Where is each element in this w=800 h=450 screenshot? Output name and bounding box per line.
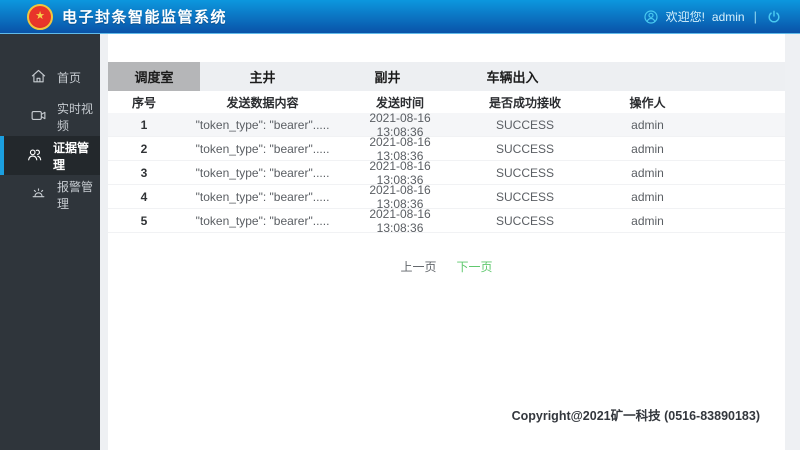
alarm-icon: [30, 185, 47, 205]
tab-main-shaft[interactable]: 主井: [200, 62, 325, 91]
cell-operator: admin: [631, 117, 664, 132]
sidebar-item-live-video[interactable]: 实时视频: [0, 97, 100, 136]
col-header-operator: 操作人: [629, 95, 666, 110]
national-emblem-icon: ★: [27, 3, 53, 30]
sidebar-item-alarm[interactable]: 报警管理: [0, 175, 100, 214]
cell-status: SUCCESS: [496, 213, 555, 228]
col-header-time: 发送时间: [376, 95, 425, 110]
content-panel: 调度室 主井 副井 车辆出入 序号 发送数据内容 发送时间 是否成功接收 操作人…: [108, 34, 785, 450]
cell-content: "token_type": "bearer".....: [195, 213, 330, 228]
table-row: 1 "token_type": "bearer"..... 2021-08-16…: [108, 111, 785, 139]
tab-dispatch-room[interactable]: 调度室: [108, 62, 200, 91]
col-header-status: 是否成功接收: [489, 95, 562, 110]
table-row: 3 "token_type": "bearer"..... 2021-08-16…: [108, 159, 785, 187]
sidebar-item-label: 报警管理: [57, 179, 94, 211]
copyright-text: Copyright@2021矿一科技 (0516-83890183): [511, 409, 760, 423]
sidebar-item-label: 证据管理: [53, 140, 90, 172]
app-title: 电子封条智能监管系统: [62, 9, 228, 26]
cell-status: SUCCESS: [496, 165, 555, 180]
user-avatar-icon: [643, 9, 659, 25]
cell-operator: admin: [631, 189, 664, 204]
cell-content: "token_type": "bearer".....: [195, 141, 330, 156]
welcome-text: 欢迎您!: [665, 10, 705, 24]
table-row: 2 "token_type": "bearer"..... 2021-08-16…: [108, 135, 785, 163]
col-header-no: 序号: [132, 95, 157, 110]
cell-status: SUCCESS: [496, 141, 555, 156]
cell-operator: admin: [631, 165, 664, 180]
logout-power-icon[interactable]: [766, 9, 782, 25]
cell-time: 2021-08-16 13:08:36: [369, 206, 431, 235]
users-icon: [26, 146, 43, 166]
prev-page-button[interactable]: 上一页: [400, 258, 436, 275]
divider: |: [753, 9, 757, 24]
cell-no: 5: [140, 213, 148, 228]
tab-bar: 调度室 主井 副井 车辆出入: [108, 62, 785, 91]
table-row: 5 "token_type": "bearer"..... 2021-08-16…: [108, 206, 785, 235]
cell-operator: admin: [631, 141, 664, 156]
home-icon: [30, 68, 47, 88]
table-row: 4 "token_type": "bearer"..... 2021-08-16…: [108, 183, 785, 211]
cell-no: 1: [140, 117, 148, 132]
tab-vehicle-access[interactable]: 车辆出入: [450, 62, 575, 91]
cell-no: 4: [140, 189, 148, 204]
sidebar-item-label: 首页: [57, 71, 82, 85]
sidebar: 首页 实时视频 证据管理 报警管理: [0, 34, 100, 450]
data-table: 序号 发送数据内容 发送时间 是否成功接收 操作人 1 "token_type"…: [108, 91, 785, 235]
sidebar-item-label: 实时视频: [57, 101, 94, 133]
cell-status: SUCCESS: [496, 189, 555, 204]
cell-content: "token_type": "bearer".....: [195, 189, 330, 204]
cell-no: 3: [140, 165, 148, 180]
next-page-button[interactable]: 下一页: [457, 258, 493, 275]
cell-content: "token_type": "bearer".....: [195, 117, 330, 132]
top-header: ★ 电子封条智能监管系统 欢迎您! admin |: [0, 0, 800, 34]
cell-status: SUCCESS: [496, 117, 555, 132]
video-icon: [30, 107, 47, 127]
cell-no: 2: [140, 141, 148, 156]
col-header-content: 发送数据内容: [226, 95, 299, 110]
tab-aux-shaft[interactable]: 副井: [325, 62, 450, 91]
username: admin: [711, 9, 745, 24]
cell-content: "token_type": "bearer".....: [195, 165, 330, 180]
sidebar-item-evidence[interactable]: 证据管理: [0, 136, 100, 175]
cell-operator: admin: [631, 213, 664, 228]
pagination: 上一页 下一页: [108, 258, 785, 275]
sidebar-item-home[interactable]: 首页: [0, 58, 100, 97]
